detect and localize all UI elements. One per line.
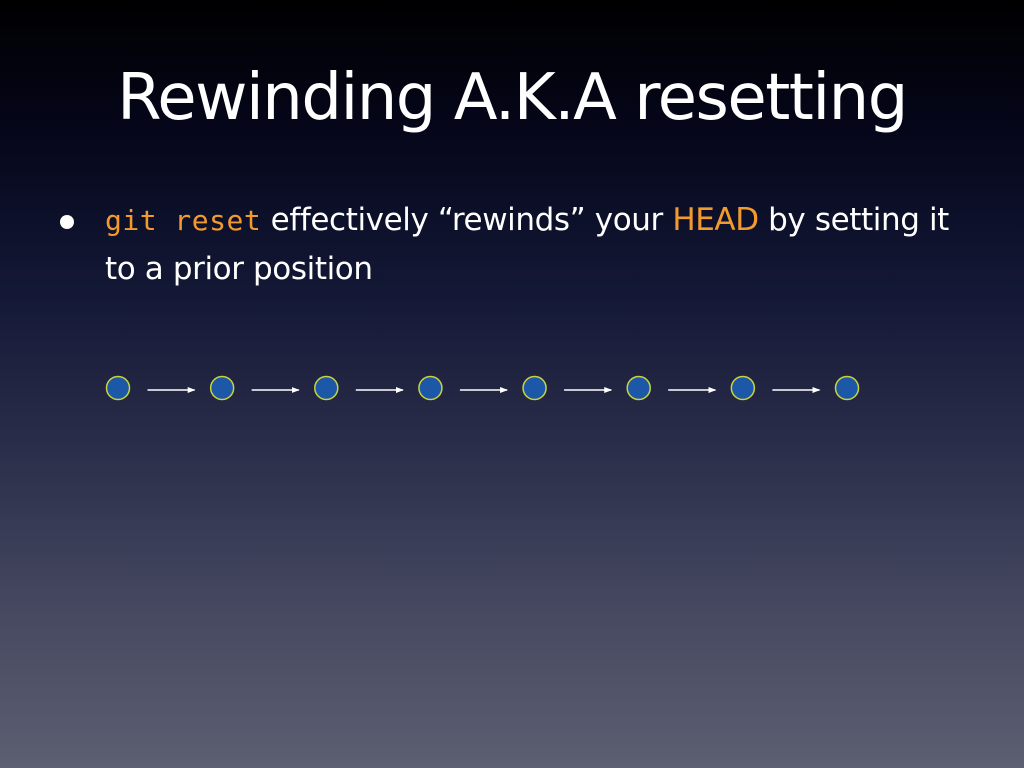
commit-chain-diagram [105,375,860,401]
commit-node-1 [105,375,131,401]
slide-title: Rewinding A.K.A resetting [117,61,908,135]
commit-node-8 [834,375,860,401]
commit-node-6 [626,375,651,401]
commit-node-2 [209,375,235,401]
code-git-reset: git reset [105,204,262,237]
bullet-list: git reset effectively “rewinds” your HEA… [58,196,958,294]
bullet-dot-icon [60,215,74,229]
commit-node-5 [522,375,547,401]
commit-node-7 [730,375,756,401]
bullet-item: git reset effectively “rewinds” your HEA… [58,196,958,294]
commit-node-4 [418,375,443,401]
slide: Rewinding A.K.A resetting git reset effe… [0,0,1024,768]
bullet-text-1: effectively “rewinds” your [261,202,673,238]
commit-node-3 [314,375,339,401]
head-keyword: HEAD [672,202,759,238]
